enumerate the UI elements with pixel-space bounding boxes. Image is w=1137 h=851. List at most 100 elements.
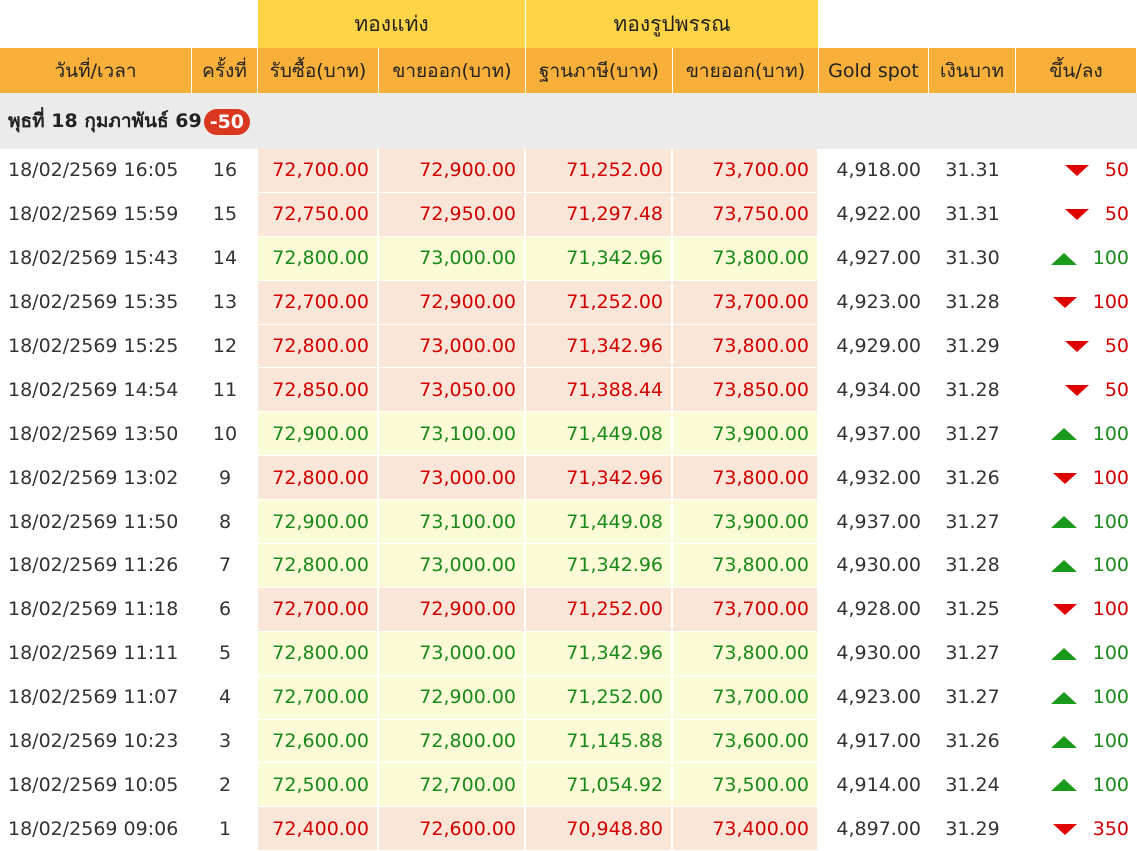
row-change: 50 <box>1016 149 1137 193</box>
table-row: 18/02/2569 15:35 13 72,700.00 72,900.00 71,2… <box>0 280 1137 325</box>
row-gold-spot: 4,917.00 <box>819 720 930 764</box>
row-ornament-sell: 73,800.00 <box>673 544 820 588</box>
row-count: 6 <box>192 588 258 632</box>
row-ornament-base: 71,252.00 <box>526 675 673 720</box>
table-row: 18/02/2569 15:59 15 72,750.00 72,950.00 71,2… <box>0 192 1137 237</box>
row-bar-buy: 72,800.00 <box>258 236 379 281</box>
row-ornament-base: 71,388.44 <box>526 368 673 413</box>
row-ornament-base: 71,342.96 <box>526 456 673 501</box>
row-gold-spot: 4,937.00 <box>819 500 930 545</box>
row-bar-buy: 72,400.00 <box>258 807 379 851</box>
row-bar-sell: 73,100.00 <box>379 412 526 457</box>
row-bar-buy: 72,500.00 <box>258 763 379 808</box>
row-ornament-base: 71,342.96 <box>526 544 673 588</box>
arrow-down-icon <box>1064 384 1089 396</box>
row-gold-spot: 4,922.00 <box>819 193 930 237</box>
row-bar-buy: 72,700.00 <box>258 587 379 632</box>
row-count: 2 <box>192 763 258 808</box>
row-change: 100 <box>1016 456 1137 501</box>
row-bar-buy: 72,750.00 <box>258 192 379 237</box>
change-value: 100 <box>1092 510 1130 533</box>
gold-price-history: ทองแท่ง ทองรูปพรรณ วันที่/เวลา ครั้งที่ … <box>0 0 1137 851</box>
row-gold-spot: 4,918.00 <box>819 149 930 193</box>
row-count: 3 <box>192 720 258 764</box>
change-value: 100 <box>1092 466 1130 489</box>
arrow-down-icon <box>1052 297 1077 309</box>
date-header-row: พุธที่ 18 กุมภาพันธ์ 69 -50 <box>0 93 1137 149</box>
change-value: 100 <box>1092 686 1130 709</box>
row-change: 100 <box>1016 588 1137 632</box>
row-count: 9 <box>192 456 258 501</box>
row-bar-sell: 73,000.00 <box>379 324 526 369</box>
row-change: 100 <box>1016 720 1137 764</box>
row-change: 350 <box>1016 807 1137 851</box>
row-ornament-sell: 73,750.00 <box>673 192 820 237</box>
row-ornament-sell: 73,900.00 <box>673 412 820 457</box>
change-value: 100 <box>1092 291 1130 314</box>
row-gold-spot: 4,934.00 <box>819 368 930 413</box>
arrow-up-icon <box>1050 647 1077 660</box>
row-thb: 31.31 <box>929 149 1017 193</box>
row-ornament-sell: 73,700.00 <box>673 675 820 720</box>
row-ornament-sell: 73,700.00 <box>673 587 820 632</box>
row-bar-sell: 72,900.00 <box>379 149 526 193</box>
row-thb: 31.28 <box>929 544 1017 588</box>
row-gold-spot: 4,937.00 <box>819 412 930 457</box>
column-header-row: วันที่/เวลา ครั้งที่ รับซื้อ(บาท) ขายออก… <box>0 48 1137 93</box>
col-datetime: วันที่/เวลา <box>0 48 192 93</box>
row-ornament-base: 71,252.00 <box>526 280 673 325</box>
row-change: 100 <box>1016 237 1137 281</box>
table-row: 18/02/2569 15:25 12 72,800.00 73,000.00 71,3… <box>0 324 1137 369</box>
change-value: 100 <box>1092 554 1130 577</box>
arrow-down-icon <box>1052 472 1077 484</box>
row-ornament-base: 71,252.00 <box>526 149 673 193</box>
row-count: 16 <box>192 149 258 193</box>
row-change: 50 <box>1016 325 1137 369</box>
row-count: 7 <box>192 544 258 588</box>
row-thb: 31.31 <box>929 193 1017 237</box>
row-datetime: 18/02/2569 16:05 <box>0 149 192 193</box>
row-datetime: 18/02/2569 10:23 <box>0 720 192 764</box>
change-value: 100 <box>1092 730 1130 753</box>
row-thb: 31.26 <box>929 720 1017 764</box>
row-ornament-sell: 73,900.00 <box>673 500 820 545</box>
row-bar-buy: 72,700.00 <box>258 675 379 720</box>
row-datetime: 18/02/2569 10:05 <box>0 763 192 808</box>
row-count: 15 <box>192 193 258 237</box>
row-gold-spot: 4,927.00 <box>819 237 930 281</box>
row-count: 8 <box>192 500 258 545</box>
table-row: 18/02/2569 11:07 4 72,700.00 72,900.00 71,25… <box>0 675 1137 720</box>
change-value: 350 <box>1092 817 1130 840</box>
row-bar-sell: 72,800.00 <box>379 719 526 764</box>
row-gold-spot: 4,929.00 <box>819 325 930 369</box>
arrow-down-icon <box>1064 209 1089 221</box>
arrow-up-icon <box>1050 559 1077 572</box>
row-datetime: 18/02/2569 13:02 <box>0 456 192 501</box>
row-bar-buy: 72,600.00 <box>258 719 379 764</box>
row-bar-buy: 72,850.00 <box>258 368 379 413</box>
row-thb: 31.25 <box>929 588 1017 632</box>
table-row: 18/02/2569 16:05 16 72,700.00 72,900.00 71,2… <box>0 149 1137 193</box>
row-thb: 31.27 <box>929 676 1017 720</box>
price-table: ทองแท่ง ทองรูปพรรณ วันที่/เวลา ครั้งที่ … <box>0 0 1137 851</box>
change-value: 100 <box>1092 247 1130 270</box>
row-change: 100 <box>1016 632 1137 676</box>
row-gold-spot: 4,930.00 <box>819 632 930 676</box>
row-gold-spot: 4,897.00 <box>819 807 930 851</box>
row-ornament-base: 71,252.00 <box>526 587 673 632</box>
row-bar-sell: 73,000.00 <box>379 631 526 676</box>
row-bar-buy: 72,700.00 <box>258 149 379 193</box>
col-ornament-sell: ขายออก(บาท) <box>673 48 820 93</box>
table-row: 18/02/2569 13:02 9 72,800.00 73,000.00 71,34… <box>0 456 1137 501</box>
table-row: 18/02/2569 11:18 6 72,700.00 72,900.00 71,25… <box>0 587 1137 632</box>
row-thb: 31.27 <box>929 412 1017 457</box>
row-datetime: 18/02/2569 14:54 <box>0 368 192 413</box>
col-thb: เงินบาท <box>929 48 1017 93</box>
row-change: 50 <box>1016 193 1137 237</box>
row-change: 100 <box>1016 763 1137 808</box>
row-datetime: 18/02/2569 13:50 <box>0 412 192 457</box>
row-change: 100 <box>1016 500 1137 545</box>
row-ornament-base: 71,342.96 <box>526 631 673 676</box>
row-datetime: 18/02/2569 15:43 <box>0 237 192 281</box>
row-bar-sell: 73,000.00 <box>379 236 526 281</box>
